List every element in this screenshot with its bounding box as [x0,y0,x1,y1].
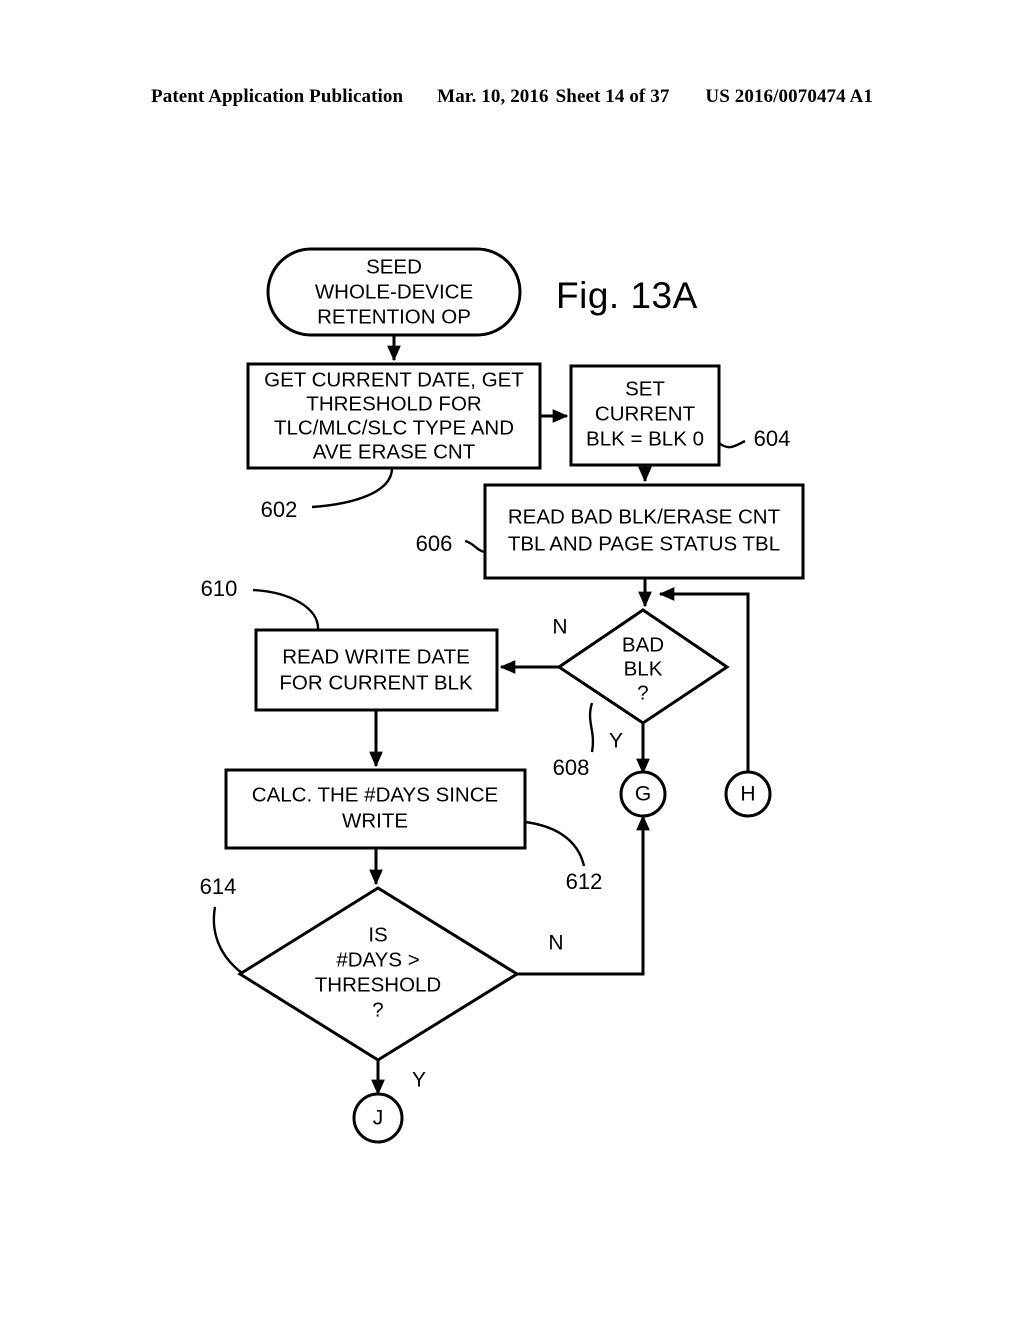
node-days-line1: IS [368,923,387,946]
node-calc-line1: CALC. THE #DAYS SINCE [252,783,498,806]
node-connector-g: G [619,770,667,818]
node-start-seed-retention: SEED WHOLE-DEVICE RETENTION OP [266,247,522,337]
node-read-write-date: READ WRITE DATE FOR CURRENT BLK [254,628,499,712]
leader-line-606 [464,539,486,554]
node-bad-blk-line2: BLK [624,657,663,680]
ref-num-608: 608 [553,755,590,780]
node-set-blk-line3: BLK = BLK 0 [586,427,704,450]
node-days-line3: THRESHOLD [315,973,441,996]
node-get-date-line1: GET CURRENT DATE, GET [264,368,524,391]
node-get-date-line2: THRESHOLD FOR [306,392,481,415]
leader-line-610 [252,588,320,632]
ref-num-614: 614 [200,874,237,899]
ref-num-602: 602 [261,497,298,522]
node-connector-j: J [352,1092,404,1144]
leader-line-604 [718,439,746,449]
ref-num-612: 612 [566,869,603,894]
node-start-line2: WHOLE-DEVICE [315,280,473,303]
node-connector-h: H [724,770,772,818]
node-get-date-line3: TLC/MLC/SLC TYPE AND [274,416,514,439]
ref-num-610: 610 [201,576,238,601]
flowchart-13a: SEED WHOLE-DEVICE RETENTION OP GET CURRE… [200,247,805,1144]
node-start-line3: RETENTION OP [317,305,471,328]
node-read-write-date-line2: FOR CURRENT BLK [279,671,473,694]
branch-label-days-no: N [548,932,563,955]
connector-j-label: J [373,1107,384,1130]
leader-line-608 [588,702,595,753]
leader-line-602 [311,467,394,509]
node-read-write-date-line1: READ WRITE DATE [282,645,470,668]
branch-label-bad-blk-yes: Y [609,730,623,753]
leader-line-614 [212,906,243,974]
ref-num-606: 606 [416,531,453,556]
node-days-line4: ? [372,998,383,1021]
node-set-current-blk: SET CURRENT BLK = BLK 0 [569,364,721,467]
node-bad-blk-line3: ? [637,681,648,704]
connector-h-label: H [740,783,755,806]
branch-label-bad-blk-no: N [552,616,567,639]
edge-days-no-to-g [517,814,650,976]
ref-num-604: 604 [754,426,791,451]
branch-label-days-yes: Y [412,1069,426,1092]
node-read-tbl-line2: TBL AND PAGE STATUS TBL [508,532,780,555]
node-calc-days-since-write: CALC. THE #DAYS SINCE WRITE [224,768,527,850]
node-read-bad-blk-tbl: READ BAD BLK/ERASE CNT TBL AND PAGE STAT… [483,483,805,580]
connector-g-label: G [635,783,651,806]
node-bad-blk-decision: BAD BLK ? [556,608,730,725]
leader-line-612 [524,820,586,867]
node-read-tbl-line1: READ BAD BLK/ERASE CNT [508,505,781,528]
node-days-line2: #DAYS > [336,948,419,971]
node-days-threshold-decision: IS #DAYS > THRESHOLD ? [237,886,520,1062]
node-start-line1: SEED [366,255,422,278]
node-get-date-line4: AVE ERASE CNT [313,440,476,463]
node-set-blk-line2: CURRENT [595,402,696,425]
node-bad-blk-line1: BAD [622,633,664,656]
node-set-blk-line1: SET [625,377,665,400]
node-get-current-date: GET CURRENT DATE, GET THRESHOLD FOR TLC/… [246,362,542,470]
node-calc-line2: WRITE [342,809,408,832]
